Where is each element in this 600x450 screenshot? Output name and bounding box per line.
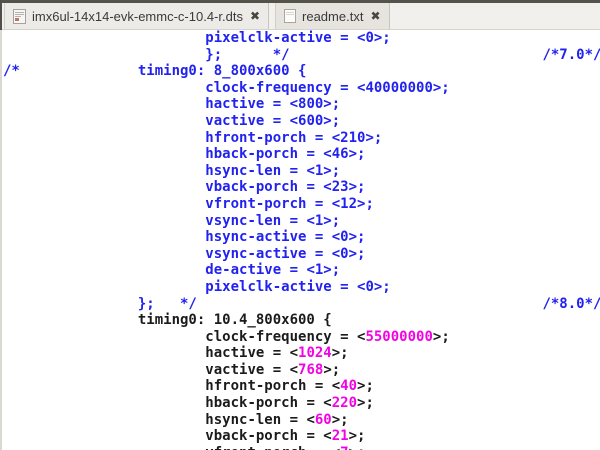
close-icon[interactable]: ✖ xyxy=(250,10,260,22)
tab-dts-file[interactable]: imx6ul-14x14-evk-emmc-c-10.4-r.dts ✖ xyxy=(4,3,269,29)
window-left-border-dark xyxy=(0,0,2,30)
code-line: vsync-active = <0>; xyxy=(2,246,600,263)
code-line: vfront-porch = <7>; xyxy=(2,445,600,450)
code-line: hback-porch = <220>; xyxy=(2,395,600,412)
code-line: }; */ /*7.0*/ xyxy=(2,47,600,64)
tab-readme[interactable]: readme.txt ✖ xyxy=(275,3,389,29)
code-line: hback-porch = <46>; xyxy=(2,146,600,163)
code-line: }; */ /*8.0*/ xyxy=(2,296,600,313)
code-line: vactive = <768>; xyxy=(2,362,600,379)
code-line: de-active = <1>; xyxy=(2,262,600,279)
source-file-icon xyxy=(13,9,26,24)
code-line: hactive = <800>; xyxy=(2,96,600,113)
code-line: hsync-len = <1>; xyxy=(2,163,600,180)
code-line: hactive = <1024>; xyxy=(2,345,600,362)
code-line: hfront-porch = <40>; xyxy=(2,378,600,395)
tab-label-dts: imx6ul-14x14-evk-emmc-c-10.4-r.dts xyxy=(32,9,243,24)
code-lines: pixelclk-active = <0>; }; */ /*7.0*//* t… xyxy=(2,30,600,450)
code-line: clock-frequency = <40000000>; xyxy=(2,80,600,97)
gedit-window: imx6ul-14x14-evk-emmc-c-10.4-r.dts ✖ rea… xyxy=(0,0,600,450)
code-line: vfront-porch = <12>; xyxy=(2,196,600,213)
code-line: hfront-porch = <210>; xyxy=(2,130,600,147)
code-line: pixelclk-active = <0>; xyxy=(2,30,600,47)
code-line: vsync-len = <1>; xyxy=(2,213,600,230)
text-editor-area[interactable]: pixelclk-active = <0>; }; */ /*7.0*//* t… xyxy=(2,30,600,450)
code-line: vactive = <600>; xyxy=(2,113,600,130)
close-icon[interactable]: ✖ xyxy=(370,10,380,22)
code-line: pixelclk-active = <0>; xyxy=(2,279,600,296)
code-line: clock-frequency = <55000000>; xyxy=(2,329,600,346)
code-line: vback-porch = <21>; xyxy=(2,428,600,445)
text-file-icon xyxy=(284,9,296,23)
code-line: hsync-len = <60>; xyxy=(2,412,600,429)
code-line: hsync-active = <0>; xyxy=(2,229,600,246)
code-line: /* timing0: 8_800x600 { xyxy=(2,63,600,80)
code-line: timing0: 10.4_800x600 { xyxy=(2,312,600,329)
tab-bar: imx6ul-14x14-evk-emmc-c-10.4-r.dts ✖ rea… xyxy=(0,3,600,30)
code-line: vback-porch = <23>; xyxy=(2,179,600,196)
tab-label-readme: readme.txt xyxy=(302,9,363,24)
